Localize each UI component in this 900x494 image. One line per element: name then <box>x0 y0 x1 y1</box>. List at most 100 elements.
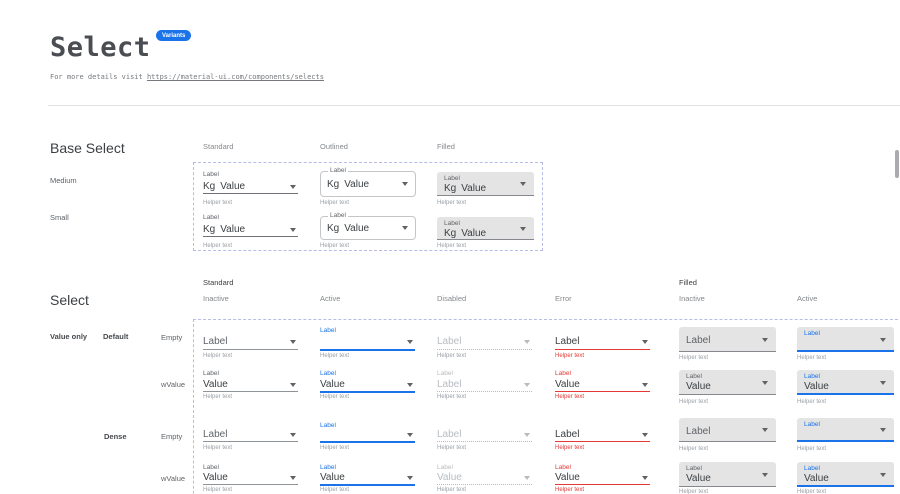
helper-text: Helper text <box>797 399 826 406</box>
select-prefix: Kg <box>203 224 215 235</box>
select-standard-active[interactable]: LabelValueHelper text <box>320 464 415 494</box>
select-filled-inactive[interactable]: LabelKgValueHelper text <box>437 172 534 210</box>
helper-text: Helper text <box>437 353 466 360</box>
select-standard-disabled[interactable]: LabelValueHelper text <box>437 464 532 494</box>
select-value: Value <box>804 381 829 392</box>
select-standard-inactive[interactable]: LabelKgValueHelper text <box>203 171 298 210</box>
select-value-text: Label <box>437 379 461 390</box>
select-value: Label <box>203 429 227 440</box>
select-underline <box>320 349 415 351</box>
select-underline <box>437 349 532 350</box>
select-underline <box>203 484 298 485</box>
dropdown-caret-icon <box>407 433 413 437</box>
select-filled-inactive[interactable]: LabelKgValueHelper text <box>437 217 534 253</box>
group-header-filled: Filled <box>679 279 697 287</box>
select-filled-inactive[interactable]: LabelValueHelper text <box>679 370 776 409</box>
select-underline <box>203 236 298 237</box>
docs-link[interactable]: https://material-ui.com/components/selec… <box>147 73 324 81</box>
select-label: Label <box>203 370 219 377</box>
select-standard-active[interactable]: LabelValueHelper text <box>320 370 415 404</box>
select-filled-inactive[interactable]: LabelHelper text <box>679 418 776 456</box>
header-divider <box>48 105 900 106</box>
select-label: Label <box>328 212 348 219</box>
select-outlined-inactive[interactable]: LabelKgValueHelper text <box>320 167 416 210</box>
helper-text: Helper text <box>203 394 232 401</box>
select-standard-inactive[interactable]: Label Helper text <box>203 327 298 363</box>
select-value: Value <box>320 472 345 483</box>
select-outlined-inactive[interactable]: LabelKgValueHelper text <box>320 212 416 253</box>
select-value: Value <box>686 473 711 484</box>
helper-text: Helper text <box>203 353 232 360</box>
row-group-dense: Dense <box>104 433 127 441</box>
select-label: Label <box>203 171 219 178</box>
select-standard-inactive[interactable]: LabelValueHelper text <box>203 464 298 494</box>
select-standard-inactive[interactable]: LabelKgValueHelper text <box>203 214 298 253</box>
select-standard-disabled[interactable]: LabelLabelHelper text <box>437 370 532 404</box>
select-value: Value <box>555 379 580 390</box>
select-value: Value <box>320 379 345 390</box>
select-filled-active[interactable]: LabelValueHelper text <box>797 462 894 494</box>
dropdown-caret-icon <box>290 340 296 344</box>
select-standard-disabled[interactable]: Label Helper text <box>437 327 532 363</box>
select-label: Label <box>555 370 571 377</box>
select-label: Label <box>804 373 820 380</box>
select-filled-active[interactable]: LabelValue Helper text <box>797 370 894 409</box>
dropdown-caret-icon <box>520 182 526 186</box>
select-value: Value <box>555 472 580 483</box>
select-value-text: Value <box>555 379 580 390</box>
select-label: Label <box>203 464 219 471</box>
select-value: Label <box>686 426 710 437</box>
select-underline <box>320 484 415 486</box>
filled-select-box: LabelValue <box>797 370 894 395</box>
dropdown-caret-icon <box>762 428 768 432</box>
row-category: Value only <box>50 333 87 341</box>
select-standard-inactive[interactable]: LabelValueHelper text <box>203 370 298 404</box>
helper-text: Helper text <box>555 394 584 401</box>
select-value-text: Label <box>555 336 579 347</box>
helper-text: Helper text <box>797 489 826 494</box>
select-standard-error[interactable]: LabelValueHelper text <box>555 464 650 494</box>
select-value: KgValue <box>444 183 486 194</box>
select-prefix: Kg <box>444 183 456 194</box>
select-filled-inactive[interactable]: LabelHelper text <box>679 327 776 365</box>
select-standard-error[interactable]: LabelHelper text <box>555 422 650 455</box>
select-label: Label <box>804 465 820 472</box>
page-title: Select <box>50 32 151 63</box>
select-standard-active[interactable]: LabelHelper text <box>320 327 415 363</box>
dropdown-caret-icon <box>880 428 886 432</box>
scrollbar-thumb[interactable] <box>895 150 899 178</box>
select-label: Label <box>437 464 453 471</box>
dropdown-caret-icon <box>524 383 530 387</box>
select-value: Label <box>437 336 461 347</box>
select-filled-active[interactable]: LabelHelper text <box>797 327 894 365</box>
subtitle-text: For more details visit <box>50 73 147 81</box>
select-prefix: Kg <box>327 223 339 234</box>
select-value-text: Label <box>203 336 227 347</box>
select-value-text: Value <box>555 472 580 483</box>
helper-text: Helper text <box>320 394 349 401</box>
filled-select-box: LabelValue <box>679 370 776 395</box>
select-standard-error[interactable]: Label Value Helper text <box>555 370 650 404</box>
select-standard-inactive[interactable]: LabelHelper text <box>203 422 298 455</box>
select-standard-error[interactable]: LabelHelper text <box>555 327 650 363</box>
dropdown-caret-icon <box>762 338 768 342</box>
select-value-text: Label <box>437 336 461 347</box>
select-value: Label <box>555 336 579 347</box>
select-underline <box>203 391 298 392</box>
select-underline <box>555 484 650 485</box>
dropdown-caret-icon <box>402 226 408 230</box>
select-value-text: Value <box>461 228 486 239</box>
select-value-text: Value <box>344 223 369 234</box>
select-standard-active[interactable]: LabelHelper text <box>320 422 415 455</box>
select-label: Label <box>444 175 460 182</box>
helper-text: Helper text <box>203 200 232 207</box>
select-underline <box>437 391 532 392</box>
select-filled-inactive[interactable]: LabelValueHelper text <box>679 462 776 494</box>
select-standard-disabled[interactable]: LabelHelper text <box>437 422 532 455</box>
helper-text: Helper text <box>437 487 466 494</box>
select-label: Label <box>686 373 702 380</box>
select-filled-active[interactable]: LabelHelper text <box>797 418 894 456</box>
row-header-small: Small <box>50 214 69 222</box>
row-header-medium: Medium <box>50 177 77 185</box>
filled-select-box: LabelValue <box>679 462 776 487</box>
